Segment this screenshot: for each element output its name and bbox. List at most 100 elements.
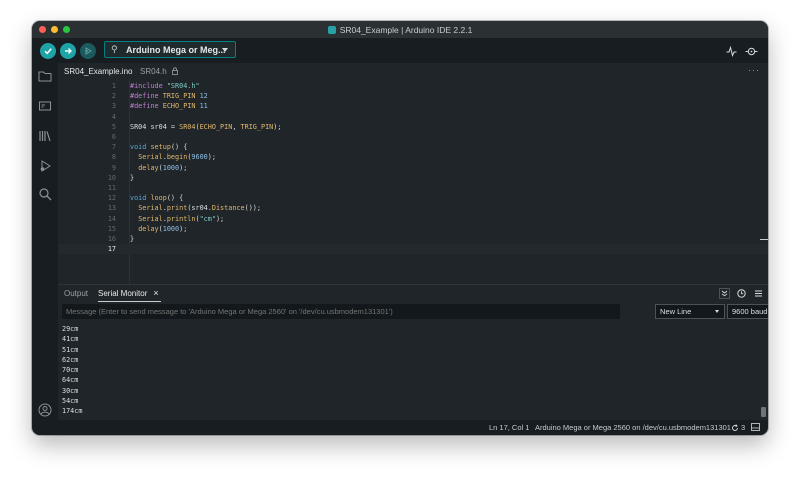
search-button[interactable] <box>38 187 52 201</box>
tab-output[interactable]: Output <box>64 285 88 302</box>
sketchbook-button[interactable] <box>38 69 52 83</box>
close-tab-icon[interactable]: × <box>153 288 158 298</box>
tab-sr04-h[interactable]: SR04.h <box>140 63 179 79</box>
window-controls <box>39 26 70 33</box>
tab-serial-monitor[interactable]: Serial Monitor × <box>98 285 161 302</box>
usb-icon: ⚲ <box>111 44 118 54</box>
search-icon <box>39 188 52 201</box>
serial-output-line: 174cm <box>62 407 83 416</box>
ide-window: SR04_Example | Arduino IDE 2.2.1 ⚲ Ardui… <box>32 21 768 435</box>
clear-output-button[interactable] <box>753 288 764 299</box>
timestamp-button[interactable] <box>736 288 747 299</box>
upload-button[interactable] <box>60 43 76 59</box>
serial-output-line: 64cm <box>62 376 79 385</box>
monitor-scrollbar[interactable] <box>761 407 766 417</box>
run-debug-icon <box>40 160 51 172</box>
code-editor[interactable]: 1 #include "SR04.h" 2 #define TRIG_PIN 12 3 #… <box>58 79 768 284</box>
maximize-window-button[interactable] <box>63 26 70 33</box>
line-number: 4 <box>111 112 116 121</box>
identifier-token: Serial <box>138 204 163 213</box>
status-bar: Ln 17, Col 1 Arduino Mega or Mega 2560 o… <box>32 420 768 435</box>
line-number: 17 <box>107 245 116 254</box>
code-line[interactable]: 7 void setup() { <box>58 142 768 152</box>
line-number: 3 <box>111 102 116 111</box>
panel-icon <box>751 423 760 431</box>
verify-button[interactable] <box>40 43 56 59</box>
code-text: Serial.println("cm"); <box>130 214 224 224</box>
code-text: () { <box>166 194 184 203</box>
editor-tabs: SR04_Example.ino SR04.h ··· <box>58 63 768 79</box>
code-line[interactable]: 5 SR04 sr04 = SR04(ECHO_PIN, TRIG_PIN); <box>58 122 768 132</box>
code-line[interactable]: 3 #define ECHO_PIN 11 <box>58 101 768 111</box>
autoscroll-button[interactable] <box>719 288 730 299</box>
identifier-token: println <box>166 214 196 223</box>
chevron-down-icon <box>715 310 719 313</box>
number-token: 9600 <box>191 153 208 162</box>
debug-icon <box>85 47 92 55</box>
identifier-token: SR04 <box>130 122 147 131</box>
code-line[interactable]: 9 delay(1000); <box>58 163 768 173</box>
line-number: 6 <box>111 133 116 141</box>
identifier-token: sr04 <box>191 204 208 213</box>
profile-button[interactable] <box>38 403 52 417</box>
toggle-panel-button[interactable] <box>751 423 760 433</box>
board-selector[interactable]: ⚲ Arduino Mega or Meg... <box>104 41 236 58</box>
code-text: delay(1000); <box>130 163 187 173</box>
debug-button[interactable] <box>80 43 96 59</box>
code-line[interactable]: 2 #define TRIG_PIN 12 <box>58 91 768 101</box>
code-text: } <box>130 234 134 244</box>
board-port-status[interactable]: Arduino Mega or Mega 2560 on /dev/cu.usb… <box>535 423 731 432</box>
code-text: ); <box>207 153 216 162</box>
code-line[interactable]: 1 #include "SR04.h" <box>58 81 768 91</box>
code-text: void loop() { <box>130 193 183 203</box>
cursor-position[interactable]: Ln 17, Col 1 <box>489 423 529 432</box>
notifications-button[interactable]: 3 <box>731 423 745 432</box>
line-number: 14 <box>107 214 116 223</box>
code-text: Serial.begin(9600); <box>130 152 216 162</box>
code-text: } <box>130 173 134 183</box>
code-line[interactable]: 6 <box>58 132 768 142</box>
clear-list-icon <box>755 290 762 297</box>
code-line[interactable]: 11 <box>58 183 768 193</box>
minimize-window-button[interactable] <box>51 26 58 33</box>
code-line[interactable]: 10} <box>58 173 768 183</box>
code-line[interactable]: 4 <box>58 112 768 122</box>
more-tabs-button[interactable]: ··· <box>748 65 760 75</box>
close-window-button[interactable] <box>39 26 46 33</box>
code-line[interactable]: 13 Serial.print(sr04.Distance()); <box>58 203 768 213</box>
baud-rate-select[interactable]: 9600 baud <box>727 304 768 319</box>
code-line[interactable]: 17 <box>58 244 768 255</box>
code-text: #define TRIG_PIN 12 <box>130 91 208 101</box>
library-manager-button[interactable] <box>38 129 52 143</box>
identifier-token: ECHO_PIN <box>162 102 196 111</box>
code-text: #include "SR04.h" <box>130 81 200 91</box>
code-text: void setup() { <box>130 142 187 152</box>
lock-icon <box>171 67 178 75</box>
code-line[interactable]: 16} <box>58 234 768 244</box>
line-ending-select[interactable]: New Line <box>655 304 725 319</box>
window-title: SR04_Example | Arduino IDE 2.2.1 <box>339 24 473 35</box>
number-token: 1000 <box>162 163 180 172</box>
board-selector-label: Arduino Mega or Meg... <box>126 44 226 55</box>
serial-message-input[interactable] <box>62 304 620 319</box>
identifier-token: begin <box>166 153 188 162</box>
serial-plotter-button[interactable] <box>726 44 737 62</box>
keyword-token: void <box>130 194 147 203</box>
code-line[interactable]: 12 void loop() { <box>58 193 768 203</box>
serial-output-line: 41cm <box>62 335 79 344</box>
boards-manager-button[interactable] <box>38 99 52 113</box>
code-line[interactable]: 14 Serial.println("cm"); <box>58 214 768 224</box>
code-line[interactable]: 15 delay(1000); <box>58 224 768 234</box>
board-icon <box>39 101 51 111</box>
line-number: 5 <box>111 122 116 131</box>
code-text: #define ECHO_PIN 11 <box>130 101 208 111</box>
serial-monitor-button[interactable] <box>745 44 758 62</box>
code-line[interactable]: 8 Serial.begin(9600); <box>58 152 768 162</box>
identifier-token: print <box>166 204 188 213</box>
line-number: 13 <box>107 204 116 213</box>
tab-sr04-example-ino[interactable]: SR04_Example.ino <box>64 63 132 79</box>
number-token: 12 <box>199 92 208 101</box>
debug-panel-button[interactable] <box>38 159 52 173</box>
baud-rate-value: 9600 baud <box>732 307 768 316</box>
